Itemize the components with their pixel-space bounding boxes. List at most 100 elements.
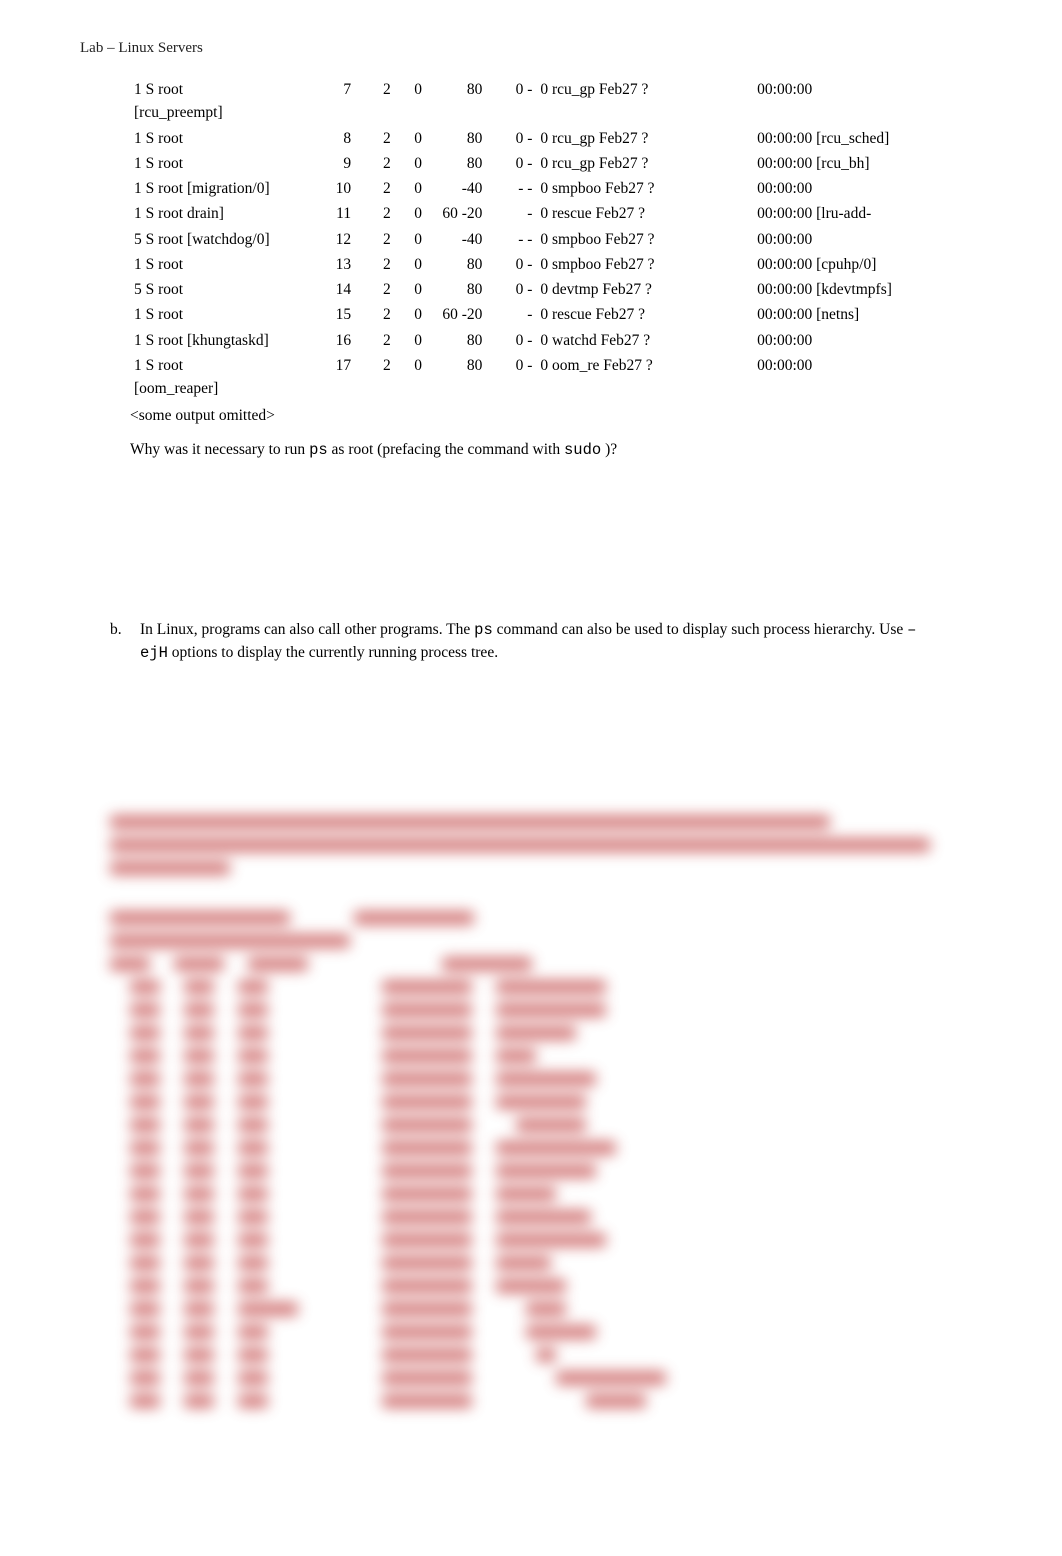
table-cell: 0 rcu_gp Feb27 ?	[536, 126, 753, 151]
table-cell: 00:00:00 [cpuhp/0]	[753, 252, 970, 277]
table-row: 5 S root1420800 -0 devtmp Feb27 ?00:00:0…	[130, 277, 970, 302]
list-marker: b.	[110, 619, 140, 664]
table-cell: 11	[274, 201, 355, 226]
table-cell: 2	[355, 176, 395, 201]
table-cell: 80	[426, 151, 486, 176]
blurred-hidden-content	[110, 815, 982, 1414]
table-cell: 0 devtmp Feb27 ?	[536, 277, 753, 302]
table-cell: 2	[355, 277, 395, 302]
table-cell: 13	[274, 252, 355, 277]
question-text: Why was it necessary to run	[130, 441, 309, 458]
table-cell: -40	[426, 176, 486, 201]
table-cell: 0 -	[486, 151, 536, 176]
table-cell: 2	[355, 126, 395, 151]
table-cell: 2	[355, 302, 395, 327]
table-cell: 2	[355, 328, 395, 353]
table-cell: 2	[355, 201, 395, 226]
table-cell: 7	[274, 77, 355, 126]
table-cell: 00:00:00 [rcu_bh]	[753, 151, 970, 176]
table-cell: 17	[274, 353, 355, 402]
table-cell: 0	[395, 77, 426, 126]
table-cell: 1 S root [rcu_preempt]	[130, 77, 274, 126]
table-cell: 0	[395, 176, 426, 201]
table-row: 1 S root [migration/0]1020-40- -0 smpboo…	[130, 176, 970, 201]
table-cell: 0 -	[486, 252, 536, 277]
table-cell: - -	[486, 227, 536, 252]
process-table: 1 S root [rcu_preempt]720800 -0 rcu_gp F…	[130, 77, 970, 401]
table-cell: - -	[486, 176, 536, 201]
table-cell: 0 oom_re Feb27 ?	[536, 353, 753, 402]
table-cell: 1 S root [khungtaskd]	[130, 328, 274, 353]
table-cell: 16	[274, 328, 355, 353]
page-header: Lab – Linux Servers	[80, 40, 982, 57]
table-cell: 0	[395, 353, 426, 402]
table-cell: 2	[355, 252, 395, 277]
table-cell: 80	[426, 77, 486, 126]
table-cell: 00:00:00	[753, 227, 970, 252]
table-cell: 2	[355, 227, 395, 252]
table-cell: 60 -20	[426, 302, 486, 327]
table-cell: 00:00:00 [kdevtmpfs]	[753, 277, 970, 302]
list-item-b-text: In Linux, programs can also call other p…	[140, 619, 982, 664]
table-row: 1 S root drain]112060 -20-0 rescue Feb27…	[130, 201, 970, 226]
table-cell: 2	[355, 353, 395, 402]
table-cell: 00:00:00 [netns]	[753, 302, 970, 327]
table-cell: 0 rescue Feb27 ?	[536, 302, 753, 327]
cmd-ps: ps	[309, 441, 328, 459]
table-cell: 00:00:00	[753, 77, 970, 126]
table-row: 1 S root920800 -0 rcu_gp Feb27 ?00:00:00…	[130, 151, 970, 176]
table-cell: 80	[426, 252, 486, 277]
table-row: 1 S root [oom_reaper]1720800 -0 oom_re F…	[130, 353, 970, 402]
question-text: )?	[605, 441, 617, 458]
question-why-root: Why was it necessary to run ps as root (…	[130, 441, 982, 459]
table-cell: 0 smpboo Feb27 ?	[536, 176, 753, 201]
table-cell: -40	[426, 227, 486, 252]
table-cell: -	[486, 302, 536, 327]
question-text: as root (prefacing the command with	[332, 441, 564, 458]
table-cell: 80	[426, 328, 486, 353]
table-cell: 0 -	[486, 77, 536, 126]
table-cell: 12	[274, 227, 355, 252]
table-cell: 5 S root [watchdog/0]	[130, 227, 274, 252]
output-omitted: <some output omitted>	[130, 407, 982, 425]
table-row: 1 S root [rcu_preempt]720800 -0 rcu_gp F…	[130, 77, 970, 126]
table-cell: 0 -	[486, 126, 536, 151]
table-cell: 0	[395, 328, 426, 353]
table-row: 1 S root152060 -20-0 rescue Feb27 ?00:00…	[130, 302, 970, 327]
table-cell: 14	[274, 277, 355, 302]
table-cell: 80	[426, 277, 486, 302]
table-cell: 60 -20	[426, 201, 486, 226]
table-row: 5 S root [watchdog/0]1220-40- -0 smpboo …	[130, 227, 970, 252]
table-cell: 0	[395, 227, 426, 252]
table-cell: 0	[395, 277, 426, 302]
table-cell: 0 rescue Feb27 ?	[536, 201, 753, 226]
table-cell: 0 -	[486, 277, 536, 302]
table-cell: -	[486, 201, 536, 226]
table-cell: 0	[395, 252, 426, 277]
table-cell: 8	[274, 126, 355, 151]
table-cell: 00:00:00	[753, 328, 970, 353]
table-cell: 0	[395, 201, 426, 226]
table-cell: 1 S root	[130, 302, 274, 327]
table-cell: 2	[355, 77, 395, 126]
table-row: 1 S root1320800 -0 smpboo Feb27 ?00:00:0…	[130, 252, 970, 277]
table-cell: 1 S root [oom_reaper]	[130, 353, 274, 402]
table-cell: 0 rcu_gp Feb27 ?	[536, 151, 753, 176]
table-cell: 5 S root	[130, 277, 274, 302]
table-cell: 0 -	[486, 328, 536, 353]
table-cell: 0 watchd Feb27 ?	[536, 328, 753, 353]
table-cell: 2	[355, 151, 395, 176]
table-cell: 1 S root	[130, 126, 274, 151]
table-cell: 80	[426, 126, 486, 151]
table-cell: 00:00:00 [lru-add-	[753, 201, 970, 226]
table-cell: 0	[395, 302, 426, 327]
table-cell: 1 S root drain]	[130, 201, 274, 226]
table-cell: 0 smpboo Feb27 ?	[536, 252, 753, 277]
table-row: 1 S root820800 -0 rcu_gp Feb27 ?00:00:00…	[130, 126, 970, 151]
table-cell: 10	[274, 176, 355, 201]
table-cell: 1 S root	[130, 151, 274, 176]
table-cell: 00:00:00	[753, 353, 970, 402]
list-item-b: b. In Linux, programs can also call othe…	[110, 619, 982, 664]
table-cell: 0 smpboo Feb27 ?	[536, 227, 753, 252]
cmd-sudo: sudo	[564, 441, 601, 459]
